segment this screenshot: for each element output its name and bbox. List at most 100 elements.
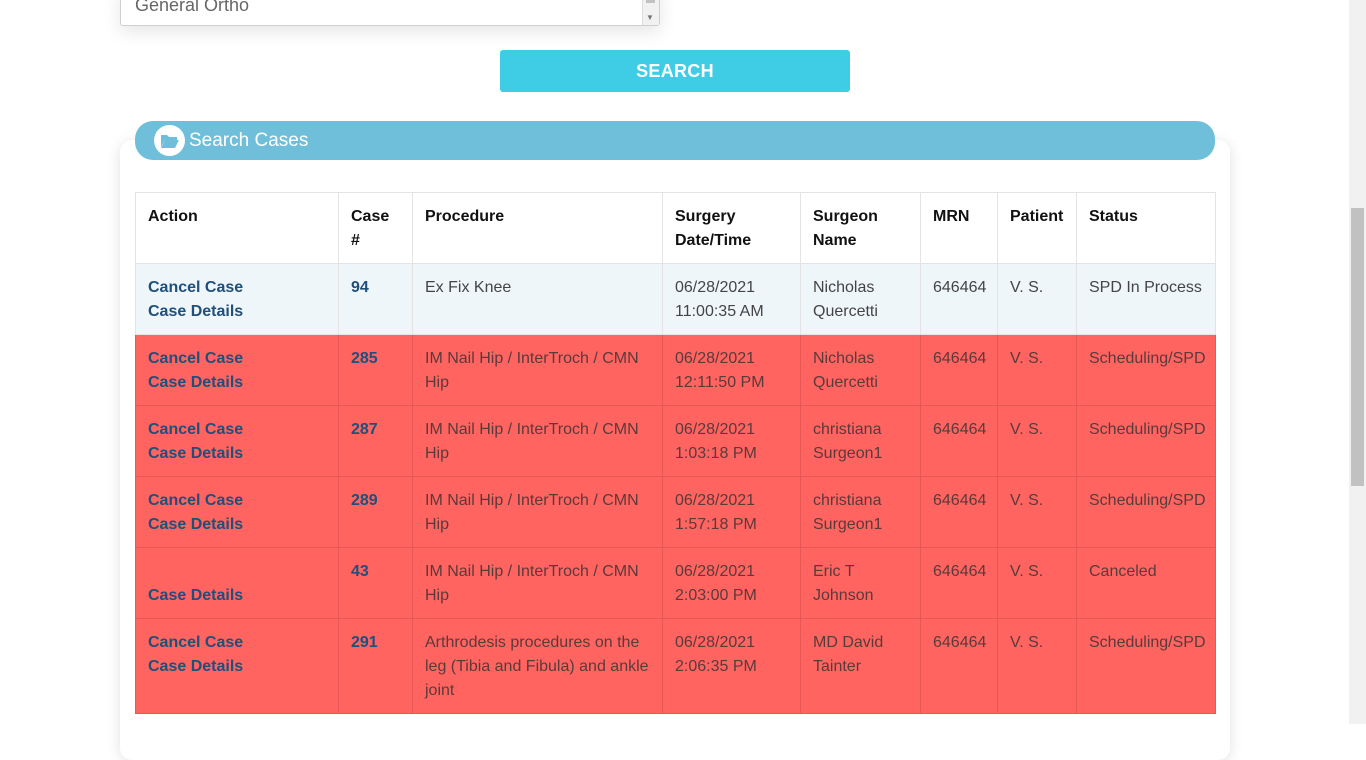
surgery-date: 06/28/2021 [675, 563, 756, 580]
header-surgery-date-line1: Surgery [675, 208, 736, 225]
procedure-cell: IM Nail Hip / InterTroch / CMN Hip [412, 476, 663, 548]
surgeon-cell: Nicholas Quercetti [800, 334, 921, 406]
surgery-date: 06/28/2021 [675, 350, 756, 367]
surgeon-cell: christiana Surgeon1 [800, 476, 921, 548]
mrn-cell: 646464 [920, 405, 998, 477]
surgery-time: 2:03:00 PM [675, 587, 757, 604]
case-number[interactable]: 289 [351, 492, 378, 509]
surgeon-last: Quercetti [813, 374, 878, 391]
surgeon-first: christiana [813, 492, 882, 509]
page-scrollbar-thumb[interactable] [1351, 208, 1364, 486]
action-cell: Cancel Case Case Details [135, 263, 339, 335]
surgeon-first: Nicholas [813, 279, 875, 296]
procedure-cell: IM Nail Hip / InterTroch / CMN Hip [412, 547, 663, 619]
status-cell: Canceled [1076, 547, 1216, 619]
select-scrollbar[interactable]: ▼ [642, 0, 659, 25]
case-number[interactable]: 287 [351, 421, 378, 438]
case-number[interactable]: 43 [351, 563, 369, 580]
cancel-case-link[interactable]: Cancel Case [148, 489, 326, 513]
status-cell: Scheduling/SPD [1076, 405, 1216, 477]
surgery-time: 11:00:35 AM [675, 303, 764, 320]
case-number-cell: 94 [338, 263, 413, 335]
select-scrollbar-thumb[interactable] [646, 0, 655, 3]
action-cell: Case Details [135, 547, 339, 619]
surgeon-last: Quercetti [813, 303, 878, 320]
case-details-link[interactable]: Case Details [148, 371, 326, 395]
header-status[interactable]: Status [1076, 192, 1216, 264]
mrn-cell: 646464 [920, 334, 998, 406]
patient-cell: V. S. [997, 476, 1077, 548]
surgeon-first: MD David [813, 634, 884, 651]
scroll-down-arrow-icon[interactable]: ▼ [646, 13, 654, 23]
surgery-date: 06/28/2021 [675, 421, 756, 438]
surgery-date-cell: 06/28/2021 1:57:18 PM [662, 476, 801, 548]
case-details-link[interactable]: Case Details [148, 300, 326, 324]
case-number[interactable]: 291 [351, 634, 378, 651]
surgeon-cell: christiana Surgeon1 [800, 405, 921, 477]
patient-cell: V. S. [997, 547, 1077, 619]
case-number[interactable]: 285 [351, 350, 378, 367]
case-number[interactable]: 94 [351, 279, 369, 296]
header-mrn[interactable]: MRN [920, 192, 998, 264]
table-row: Cancel Case Case Details 289 IM Nail Hip … [135, 476, 1216, 548]
case-details-link[interactable]: Case Details [148, 513, 326, 537]
procedure-cell: Ex Fix Knee [412, 263, 663, 335]
header-action[interactable]: Action [135, 192, 339, 264]
surgeon-last: Surgeon1 [813, 445, 883, 462]
status-cell: Scheduling/SPD [1076, 618, 1216, 714]
patient-cell: V. S. [997, 263, 1077, 335]
surgery-date: 06/28/2021 [675, 634, 756, 651]
surgery-date-cell: 06/28/2021 1:03:18 PM [662, 405, 801, 477]
table-row: Case Details 43 IM Nail Hip / InterTroch… [135, 547, 1216, 619]
case-details-link[interactable]: Case Details [148, 655, 326, 679]
surgeon-cell: MD David Tainter [800, 618, 921, 714]
cases-table: Action Case # Procedure Surgery Date/Time… [135, 192, 1216, 714]
surgery-date-cell: 06/28/2021 2:03:00 PM [662, 547, 801, 619]
surgery-date-cell: 06/28/2021 11:00:35 AM [662, 263, 801, 335]
case-details-link[interactable]: Case Details [148, 442, 326, 466]
header-surgeon-line2: Name [813, 232, 857, 249]
header-surgeon-name[interactable]: Surgeon Name [800, 192, 921, 264]
blank-action-line [148, 560, 326, 584]
case-number-cell: 285 [338, 334, 413, 406]
cancel-case-link[interactable]: Cancel Case [148, 631, 326, 655]
surgeon-cell: Eric T Johnson [800, 547, 921, 619]
specialty-select[interactable]: General Ortho ▼ [120, 0, 660, 26]
cancel-case-link[interactable]: Cancel Case [148, 276, 326, 300]
cancel-case-link[interactable]: Cancel Case [148, 418, 326, 442]
table-row: Cancel Case Case Details 287 IM Nail Hip … [135, 405, 1216, 477]
header-surgeon-line1: Surgeon [813, 208, 878, 225]
header-case-number[interactable]: Case # [338, 192, 413, 264]
page-scrollbar[interactable] [1349, 0, 1366, 724]
specialty-option[interactable]: General Ortho [135, 0, 249, 16]
procedure-cell: Arthrodesis procedures on the leg (Tibia… [412, 618, 663, 714]
surgery-time: 1:57:18 PM [675, 516, 757, 533]
surgery-date-cell: 06/28/2021 2:06:35 PM [662, 618, 801, 714]
procedure-cell: IM Nail Hip / InterTroch / CMN Hip [412, 334, 663, 406]
surgery-date-cell: 06/28/2021 12:11:50 PM [662, 334, 801, 406]
mrn-cell: 646464 [920, 476, 998, 548]
case-number-cell: 289 [338, 476, 413, 548]
surgeon-first: Nicholas [813, 350, 875, 367]
surgeon-cell: Nicholas Quercetti [800, 263, 921, 335]
surgery-time: 2:06:35 PM [675, 658, 757, 675]
header-procedure[interactable]: Procedure [412, 192, 663, 264]
surgeon-last: Johnson [813, 587, 874, 604]
patient-cell: V. S. [997, 334, 1077, 406]
cancel-case-link[interactable]: Cancel Case [148, 347, 326, 371]
table-header-row: Action Case # Procedure Surgery Date/Time… [135, 192, 1216, 264]
surgeon-first: Eric T [813, 563, 855, 580]
table-row: Cancel Case Case Details 94 Ex Fix Knee 0… [135, 263, 1216, 335]
search-button[interactable]: SEARCH [500, 50, 850, 92]
header-patient[interactable]: Patient [997, 192, 1077, 264]
folder-open-icon [154, 125, 185, 156]
case-number-cell: 43 [338, 547, 413, 619]
case-details-link[interactable]: Case Details [148, 584, 326, 608]
surgeon-last: Surgeon1 [813, 516, 883, 533]
patient-cell: V. S. [997, 618, 1077, 714]
header-surgery-date[interactable]: Surgery Date/Time [662, 192, 801, 264]
surgery-date: 06/28/2021 [675, 279, 756, 296]
surgery-time: 12:11:50 PM [675, 374, 765, 391]
table-row: Cancel Case Case Details 285 IM Nail Hip … [135, 334, 1216, 406]
status-cell: SPD In Process [1076, 263, 1216, 335]
